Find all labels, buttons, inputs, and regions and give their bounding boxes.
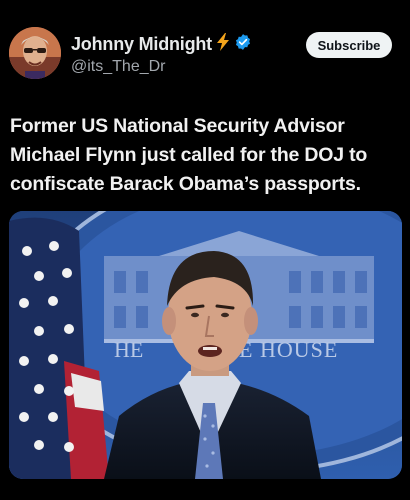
verified-badge-icon [234, 33, 252, 56]
post-header: Johnny Midnight @its_The_Dr Subscribe [0, 0, 410, 100]
avatar[interactable] [9, 27, 61, 79]
author-row: Johnny Midnight [71, 33, 252, 56]
lightning-icon [216, 33, 230, 56]
author-name[interactable]: Johnny Midnight [71, 34, 212, 55]
author-handle[interactable]: @its_The_Dr [71, 58, 166, 76]
backdrop-word-right: E HOUSE [239, 337, 338, 362]
post-image[interactable]: HE E HOUSE [9, 211, 402, 479]
post-text: Former US National Security Advisor Mich… [10, 115, 368, 195]
subscribe-button[interactable]: Subscribe [306, 32, 392, 58]
backdrop-word-left: HE [114, 337, 143, 362]
